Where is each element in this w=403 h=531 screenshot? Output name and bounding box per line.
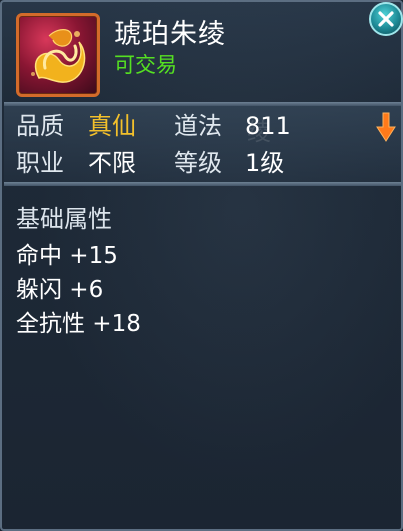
amber-ribbon-icon: [31, 29, 86, 83]
item-name: 琥珀朱绫: [114, 19, 226, 50]
class-value: 不限: [88, 149, 136, 177]
attribute-line: 躲闪 +6: [16, 277, 104, 303]
tradable-label: 可交易: [114, 53, 177, 77]
attributes-title: 基础属性: [16, 205, 112, 233]
quality-label: 品质: [16, 112, 64, 140]
stats-divider: [4, 182, 401, 186]
level-label: 等级: [174, 149, 222, 177]
attribute-line: 全抗性 +18: [16, 311, 141, 337]
daofa-value: 811: [245, 112, 291, 140]
power-down-arrow-icon: [376, 112, 396, 142]
item-tooltip-panel: 琥珀朱绫 可交易 绫 品质 真仙 道法 811 职业 不限 等级 1级 基础属性…: [0, 0, 403, 531]
attribute-line: 命中 +15: [16, 243, 118, 269]
level-value: 1级: [245, 149, 285, 177]
daofa-label: 道法: [174, 112, 222, 140]
close-icon: [378, 11, 394, 27]
class-label: 职业: [16, 149, 64, 177]
quality-value: 真仙: [88, 112, 136, 140]
item-header: 琥珀朱绫 可交易: [4, 4, 401, 102]
item-icon: [16, 13, 100, 97]
close-button[interactable]: [369, 2, 403, 36]
